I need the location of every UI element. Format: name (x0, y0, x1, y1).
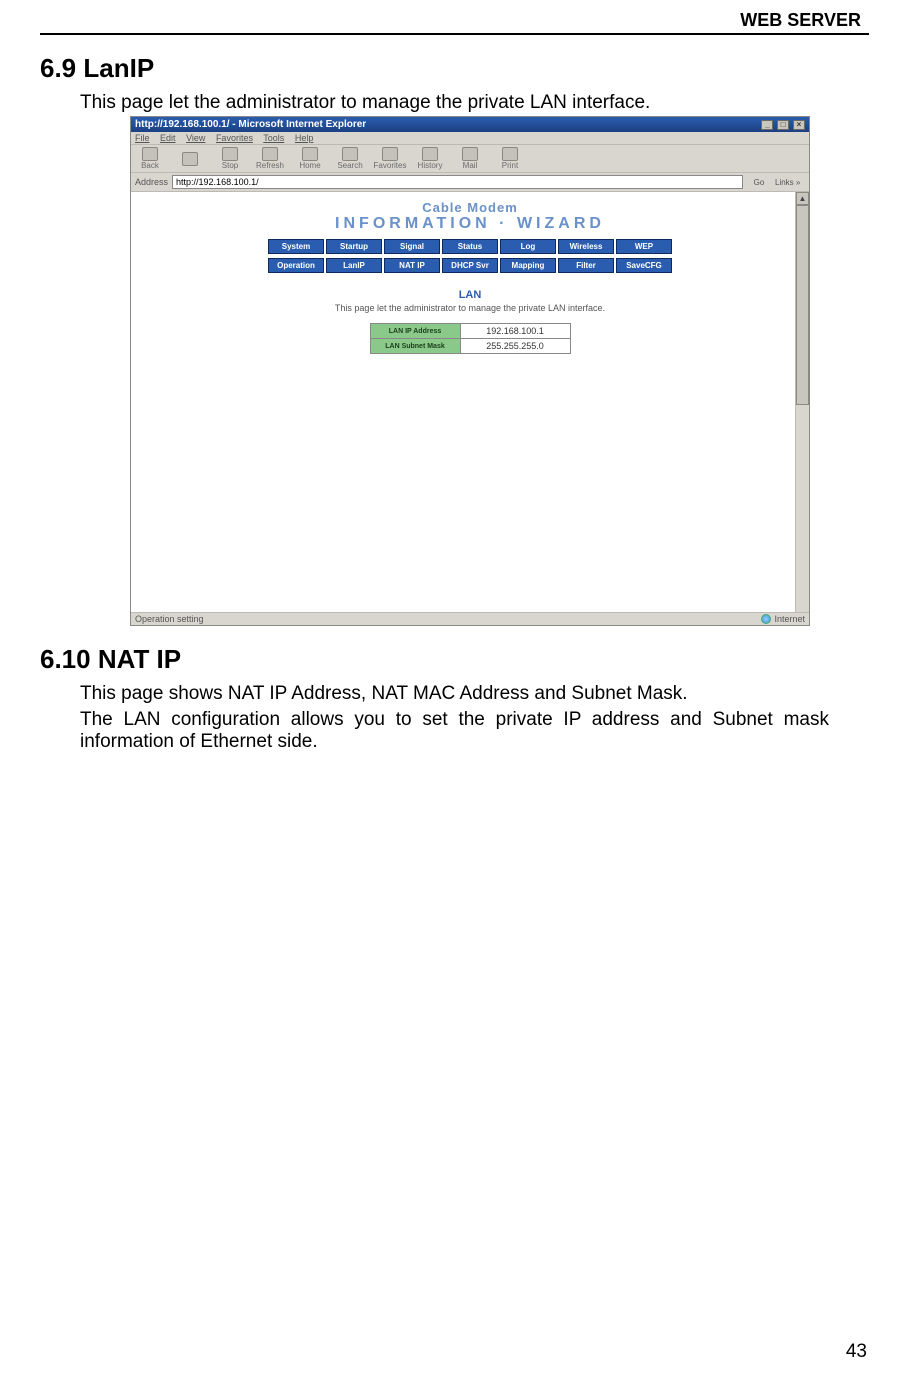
menu-file[interactable]: File (135, 133, 150, 143)
toolbar-home-button[interactable]: Home (295, 147, 325, 170)
tab-lanip[interactable]: LanIP (326, 258, 382, 273)
page-content: ▲ Cable Modem INFORMATION · WIZARD Syste… (131, 192, 809, 612)
scroll-up-icon[interactable]: ▲ (796, 192, 809, 205)
scroll-thumb[interactable] (796, 205, 809, 405)
back-icon (142, 147, 158, 161)
ie-window: http://192.168.100.1/ - Microsoft Intern… (130, 116, 810, 626)
print-icon (502, 147, 518, 161)
window-controls: _ □ × (760, 119, 805, 130)
lan-ip-address-value: 192.168.100.1 (460, 324, 570, 339)
ie-titlebar: http://192.168.100.1/ - Microsoft Intern… (131, 117, 809, 132)
tab-filter[interactable]: Filter (558, 258, 614, 273)
section-6-10-p1: This page shows NAT IP Address, NAT MAC … (80, 683, 869, 705)
tab-wireless[interactable]: Wireless (558, 239, 614, 254)
tab-dhcpsvr[interactable]: DHCP Svr (442, 258, 498, 273)
tab-row-1: System Startup Signal Status Log Wireles… (131, 239, 809, 254)
lan-table: LAN IP Address 192.168.100.1 LAN Subnet … (370, 323, 571, 354)
refresh-icon (262, 147, 278, 161)
section-heading-6-9: 6.9 LanIP (40, 53, 869, 84)
tab-wep[interactable]: WEP (616, 239, 672, 254)
tab-natip[interactable]: NAT IP (384, 258, 440, 273)
toolbar-search-button[interactable]: Search (335, 147, 365, 170)
tab-row-2: Operation LanIP NAT IP DHCP Svr Mapping … (131, 258, 809, 273)
brand-top: Cable Modem (131, 200, 809, 215)
page-header: WEB SERVER (40, 10, 869, 33)
forward-icon (182, 152, 198, 166)
status-left: Operation setting (135, 614, 204, 624)
address-input[interactable] (172, 175, 743, 189)
tab-operation[interactable]: Operation (268, 258, 324, 273)
tab-signal[interactable]: Signal (384, 239, 440, 254)
status-right: Internet (774, 614, 805, 624)
brand-sub: INFORMATION · WIZARD (131, 215, 809, 233)
toolbar-refresh-button[interactable]: Refresh (255, 147, 285, 170)
tab-system[interactable]: System (268, 239, 324, 254)
search-icon (342, 147, 358, 161)
menu-tools[interactable]: Tools (263, 133, 284, 143)
address-label: Address (135, 177, 168, 187)
favorites-icon (382, 147, 398, 161)
lan-block: LAN This page let the administrator to m… (131, 289, 809, 354)
lan-title: LAN (131, 289, 809, 301)
toolbar-print-button[interactable]: Print (495, 147, 525, 170)
ie-menubar: File Edit View Favorites Tools Help (131, 132, 809, 145)
scrollbar[interactable]: ▲ (795, 192, 809, 612)
toolbar-back-button[interactable]: Back (135, 147, 165, 170)
go-button[interactable]: Go (747, 178, 771, 187)
stop-icon (222, 147, 238, 161)
table-row: LAN Subnet Mask 255.255.255.0 (370, 339, 570, 354)
page-number: 43 (846, 1341, 867, 1363)
lan-subnet-mask-label: LAN Subnet Mask (370, 339, 460, 354)
section-6-10-p2: The LAN configuration allows you to set … (80, 709, 829, 753)
history-icon (422, 147, 438, 161)
mail-icon (462, 147, 478, 161)
internet-zone-icon (761, 614, 771, 624)
section-heading-6-10: 6.10 NAT IP (40, 644, 869, 675)
tab-startup[interactable]: Startup (326, 239, 382, 254)
lan-desc: This page let the administrator to manag… (131, 303, 809, 313)
ie-window-title: http://192.168.100.1/ - Microsoft Intern… (135, 119, 366, 130)
tab-log[interactable]: Log (500, 239, 556, 254)
ie-statusbar: Operation setting Internet (131, 612, 809, 625)
menu-view[interactable]: View (186, 133, 205, 143)
toolbar-favorites-button[interactable]: Favorites (375, 147, 405, 170)
tab-mapping[interactable]: Mapping (500, 258, 556, 273)
toolbar-mail-button[interactable]: Mail (455, 147, 485, 170)
table-row: LAN IP Address 192.168.100.1 (370, 324, 570, 339)
brand-header: Cable Modem INFORMATION · WIZARD (131, 192, 809, 235)
lan-subnet-mask-value: 255.255.255.0 (460, 339, 570, 354)
menu-edit[interactable]: Edit (160, 133, 176, 143)
tab-status[interactable]: Status (442, 239, 498, 254)
home-icon (302, 147, 318, 161)
toolbar-history-button[interactable]: History (415, 147, 445, 170)
ie-toolbar: Back Stop Refresh Home Search Favorites … (131, 145, 809, 173)
tab-savecfg[interactable]: SaveCFG (616, 258, 672, 273)
close-icon[interactable]: × (793, 120, 805, 130)
toolbar-stop-button[interactable]: Stop (215, 147, 245, 170)
lan-ip-address-label: LAN IP Address (370, 324, 460, 339)
toolbar-forward-button[interactable] (175, 152, 205, 166)
links-label[interactable]: Links » (775, 178, 805, 187)
header-rule (40, 33, 869, 35)
maximize-icon[interactable]: □ (777, 120, 789, 130)
minimize-icon[interactable]: _ (761, 120, 773, 130)
menu-favorites[interactable]: Favorites (216, 133, 253, 143)
menu-help[interactable]: Help (295, 133, 314, 143)
ie-address-bar: Address Go Links » (131, 173, 809, 192)
section-6-9-intro: This page let the administrator to manag… (80, 92, 869, 114)
